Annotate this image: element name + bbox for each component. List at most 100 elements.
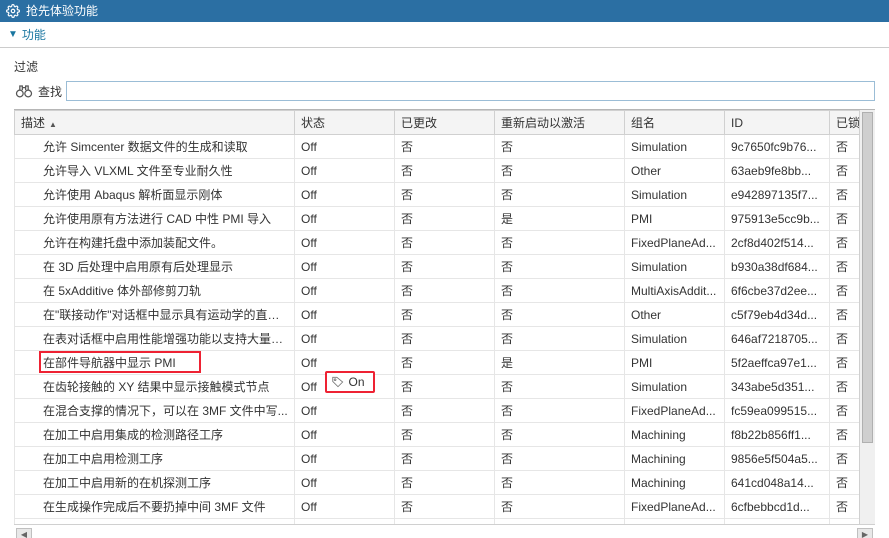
scroll-left-button[interactable]: ◀ — [16, 528, 32, 538]
cell-locked: 否 — [830, 159, 860, 183]
scrollbar-thumb[interactable] — [862, 112, 873, 443]
cell-changed: 否 — [395, 375, 495, 399]
cell-group: Simulation — [625, 183, 725, 207]
cell-id: 646af7218705... — [725, 327, 830, 351]
table-row[interactable]: 在混合支撑的情况下，可以在 3MF 文件中写...Off否否FixedPlane… — [15, 399, 860, 423]
horizontal-scrollbar[interactable]: ◀ ▶ — [14, 524, 875, 538]
cell-locked: 否 — [830, 135, 860, 159]
cell-state: Off — [295, 423, 395, 447]
cell-changed: 否 — [395, 471, 495, 495]
table-row[interactable]: 在 5xAdditive 体外部修剪刀轨Off否否MultiAxisAddit.… — [15, 279, 860, 303]
table-row[interactable]: 在生成操作完成后不要扔掉中间 3MF 文件Off否否FixedPlaneAd..… — [15, 495, 860, 519]
col-id[interactable]: ID — [725, 111, 830, 135]
cell-changed: 否 — [395, 183, 495, 207]
cell-locked: 否 — [830, 375, 860, 399]
window-title: 抢先体验功能 — [26, 0, 98, 22]
cell-changed: 否 — [395, 495, 495, 519]
cell-changed: 否 — [395, 135, 495, 159]
cell-id: 641cd048a14... — [725, 471, 830, 495]
cell-group: Machining — [625, 471, 725, 495]
cell-id: 2cf8d402f514... — [725, 231, 830, 255]
table-row[interactable]: 在加工中启用检测工序Off否否Machining9856e5f504a5...否 — [15, 447, 860, 471]
cell-group: Simulation — [625, 327, 725, 351]
table-row[interactable]: 在 3D 后处理中启用原有后处理显示Off否否Simulationb930a38… — [15, 255, 860, 279]
col-locked[interactable]: 已锁定 — [830, 111, 860, 135]
cell-state: Off — [295, 495, 395, 519]
cell-locked: 否 — [830, 183, 860, 207]
cell-state: Off — [295, 303, 395, 327]
cell-id: 6f6cbe37d2ee... — [725, 279, 830, 303]
filter-label: 过滤 — [14, 58, 875, 75]
cell-id: 9856e5f504a5... — [725, 447, 830, 471]
cell-desc: 允许 Simcenter 数据文件的生成和读取 — [15, 135, 295, 159]
gear-icon — [6, 4, 20, 18]
cell-group: Other — [625, 303, 725, 327]
cell-locked: 否 — [830, 423, 860, 447]
cell-restart: 否 — [495, 279, 625, 303]
cell-locked: 否 — [830, 351, 860, 375]
cell-desc: 在"联接动作"对话框中显示具有运动学的直属... — [15, 303, 295, 327]
table-row[interactable]: 在加工中启用新的在机探测工序Off否否Machining641cd048a14.… — [15, 471, 860, 495]
cell-changed: 否 — [395, 423, 495, 447]
table-row[interactable]: 在齿轮接触的 XY 结果中显示接触模式节点Off否否Simulation343a… — [15, 375, 860, 399]
titlebar: 抢先体验功能 — [0, 0, 889, 22]
cell-desc: 在混合支撑的情况下，可以在 3MF 文件中写... — [15, 399, 295, 423]
cell-id: 975913e5cc9b... — [725, 207, 830, 231]
cell-desc: 在加工中启用检测工序 — [15, 447, 295, 471]
cell-group: Machining — [625, 447, 725, 471]
cell-desc: 在加工中启用新的在机探测工序 — [15, 471, 295, 495]
cell-state: Off — [295, 447, 395, 471]
cell-changed: 否 — [395, 159, 495, 183]
cell-changed: 否 — [395, 303, 495, 327]
cell-locked: 否 — [830, 471, 860, 495]
cell-id: f8b22b856ff1... — [725, 423, 830, 447]
cell-group: FixedPlaneAd... — [625, 495, 725, 519]
table-row[interactable]: 允许 Simcenter 数据文件的生成和读取Off否否Simulation9c… — [15, 135, 860, 159]
col-state[interactable]: 状态 — [295, 111, 395, 135]
cell-changed: 否 — [395, 327, 495, 351]
cell-changed: 否 — [395, 279, 495, 303]
table-row[interactable]: 在表对话框中启用性能增强功能以支持大量数据Off否否Simulation646a… — [15, 327, 860, 351]
section-header[interactable]: ▼ 功能 — [0, 22, 889, 48]
cell-id: fc59ea099515... — [725, 399, 830, 423]
cell-id: 5f2aeffca97e1... — [725, 351, 830, 375]
table-row[interactable]: 允许在构建托盘中添加装配文件。Off否否FixedPlaneAd...2cf8d… — [15, 231, 860, 255]
section-label: 功能 — [22, 22, 46, 48]
table-row[interactable]: 允许使用 Abaqus 解析面显示刚体Off否否Simulatione94289… — [15, 183, 860, 207]
cell-restart: 是 — [495, 207, 625, 231]
cell-state: Off — [295, 135, 395, 159]
vertical-scrollbar[interactable] — [859, 110, 875, 524]
cell-state: Off — [295, 231, 395, 255]
cell-locked: 否 — [830, 399, 860, 423]
scroll-right-button[interactable]: ▶ — [857, 528, 873, 538]
cell-restart: 否 — [495, 135, 625, 159]
col-desc[interactable]: 描述▲ — [15, 111, 295, 135]
cell-restart: 否 — [495, 375, 625, 399]
tooltip-label: On — [349, 375, 365, 389]
cell-changed: 否 — [395, 351, 495, 375]
table-row[interactable]: 在部件导航器中显示 PMIOff否是PMI5f2aeffca97e1...否 — [15, 351, 860, 375]
filter-area: 过滤 查找 — [0, 48, 889, 109]
table-row[interactable]: 在"联接动作"对话框中显示具有运动学的直属...Off否否Otherc5f79e… — [15, 303, 860, 327]
cell-restart: 否 — [495, 327, 625, 351]
cell-desc: 在表对话框中启用性能增强功能以支持大量数据 — [15, 327, 295, 351]
cell-group: Simulation — [625, 255, 725, 279]
table-row[interactable]: 在加工中启用集成的检测路径工序Off否否Machiningf8b22b856ff… — [15, 423, 860, 447]
col-restart[interactable]: 重新启动以激活 — [495, 111, 625, 135]
col-group[interactable]: 组名 — [625, 111, 725, 135]
cell-group: FixedPlaneAd... — [625, 231, 725, 255]
cell-restart: 否 — [495, 231, 625, 255]
cell-changed: 否 — [395, 231, 495, 255]
tag-icon — [331, 375, 345, 389]
table-header-row: 描述▲ 状态 已更改 重新启动以激活 组名 ID 已锁定 — [15, 111, 860, 135]
table-row[interactable]: 允许导入 VLXML 文件至专业耐久性Off否否Other63aeb9fe8bb… — [15, 159, 860, 183]
table-row[interactable]: 允许使用原有方法进行 CAD 中性 PMI 导入Off否是PMI975913e5… — [15, 207, 860, 231]
cell-desc: 允许使用 Abaqus 解析面显示刚体 — [15, 183, 295, 207]
cell-group: FixedPlaneAd... — [625, 399, 725, 423]
cell-group: Simulation — [625, 135, 725, 159]
cell-state: Off — [295, 399, 395, 423]
cell-state: Off — [295, 159, 395, 183]
search-input[interactable] — [66, 81, 875, 101]
cell-restart: 否 — [495, 255, 625, 279]
col-changed[interactable]: 已更改 — [395, 111, 495, 135]
